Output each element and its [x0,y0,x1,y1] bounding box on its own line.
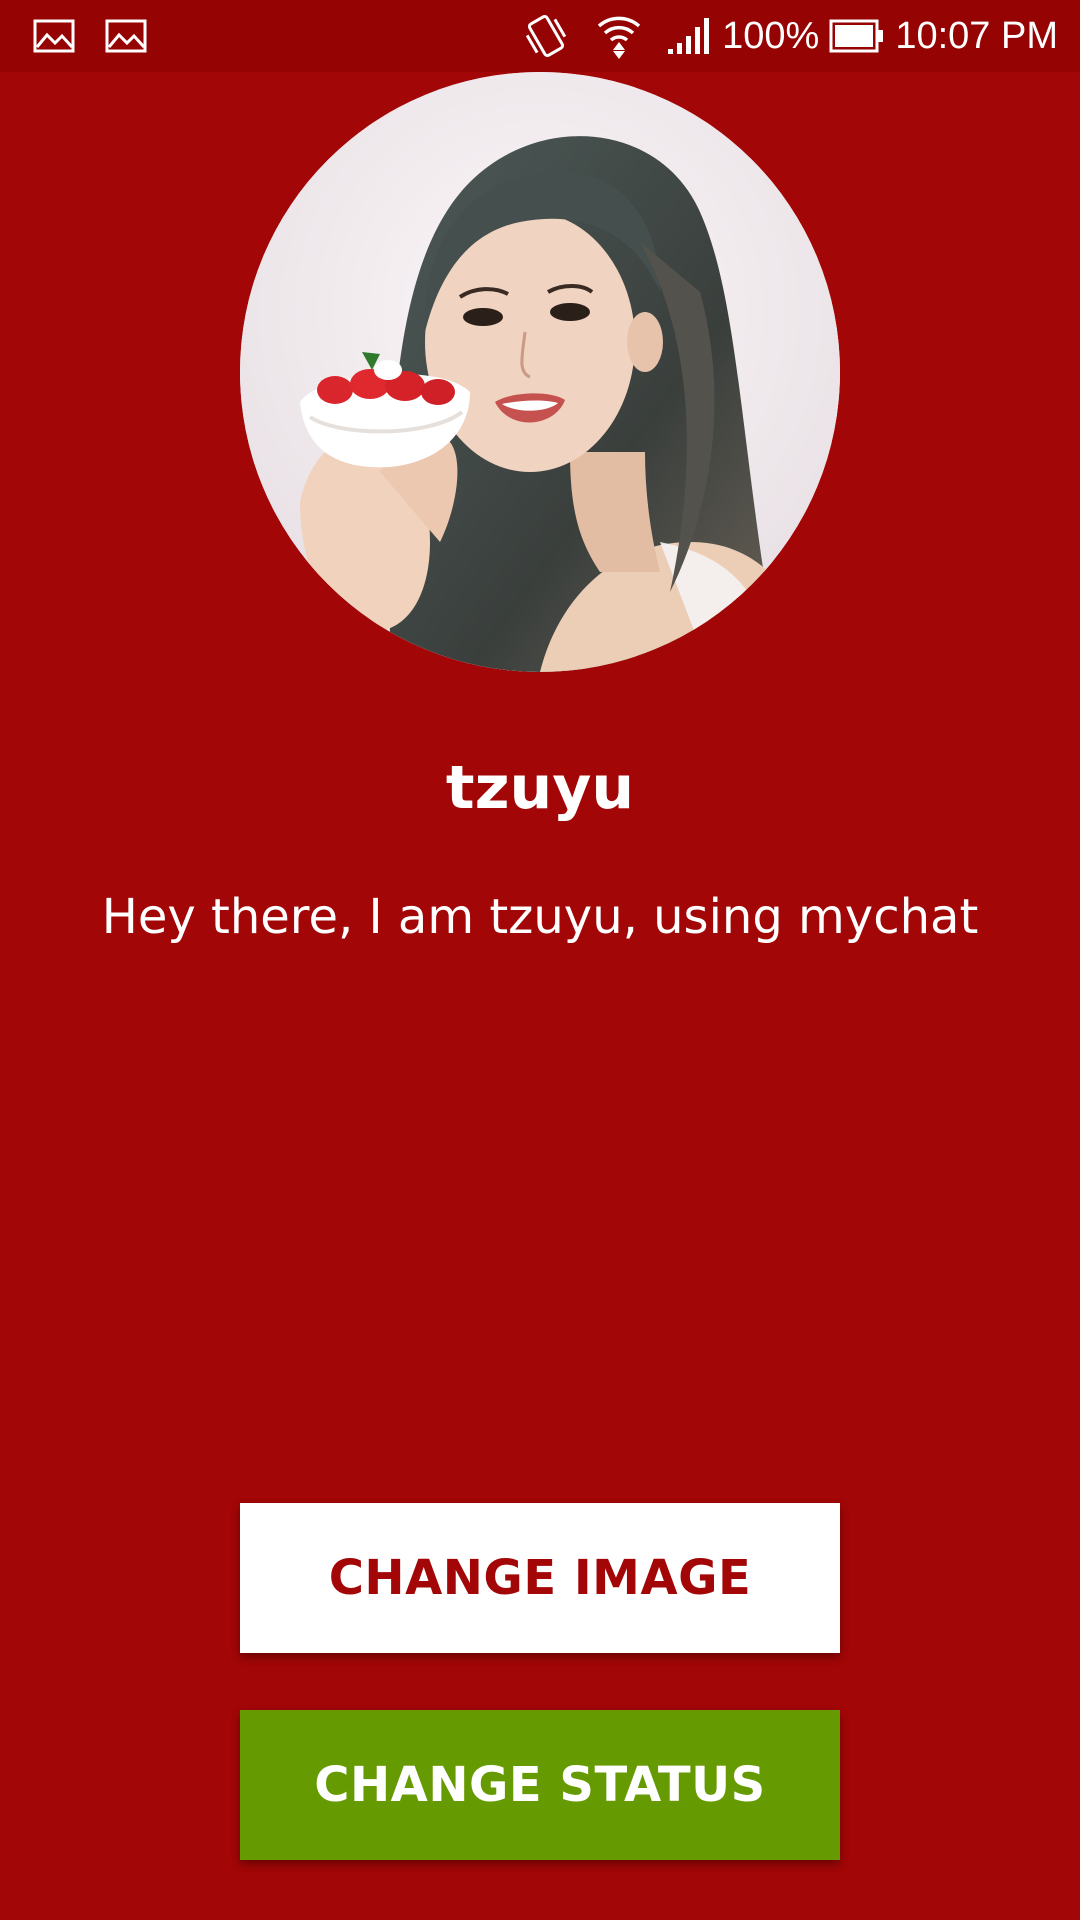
wifi-icon [596,12,642,60]
status-bar-right: 100% 10:07 PM [520,0,1058,72]
profile-screen: 100% 10:07 PM tzuyu Hey there, I am tzuy… [0,0,1080,1920]
vibrate-icon [520,12,572,60]
profile-status: Hey there, I am tzuyu, using mychat [101,889,979,945]
change-status-button[interactable]: CHANGE STATUS [240,1710,840,1860]
image-notification-icon [32,16,76,56]
profile-name: tzuyu [445,753,635,823]
signal-icon [666,16,712,56]
status-bar: 100% 10:07 PM [0,0,1080,72]
battery-icon [829,18,885,54]
clock: 10:07 PM [895,15,1058,57]
change-image-button[interactable]: CHANGE IMAGE [240,1503,840,1653]
image-notification-icon [104,16,148,56]
avatar-photo [240,72,840,672]
profile-avatar[interactable] [240,72,840,672]
battery-percent: 100% [722,15,820,57]
